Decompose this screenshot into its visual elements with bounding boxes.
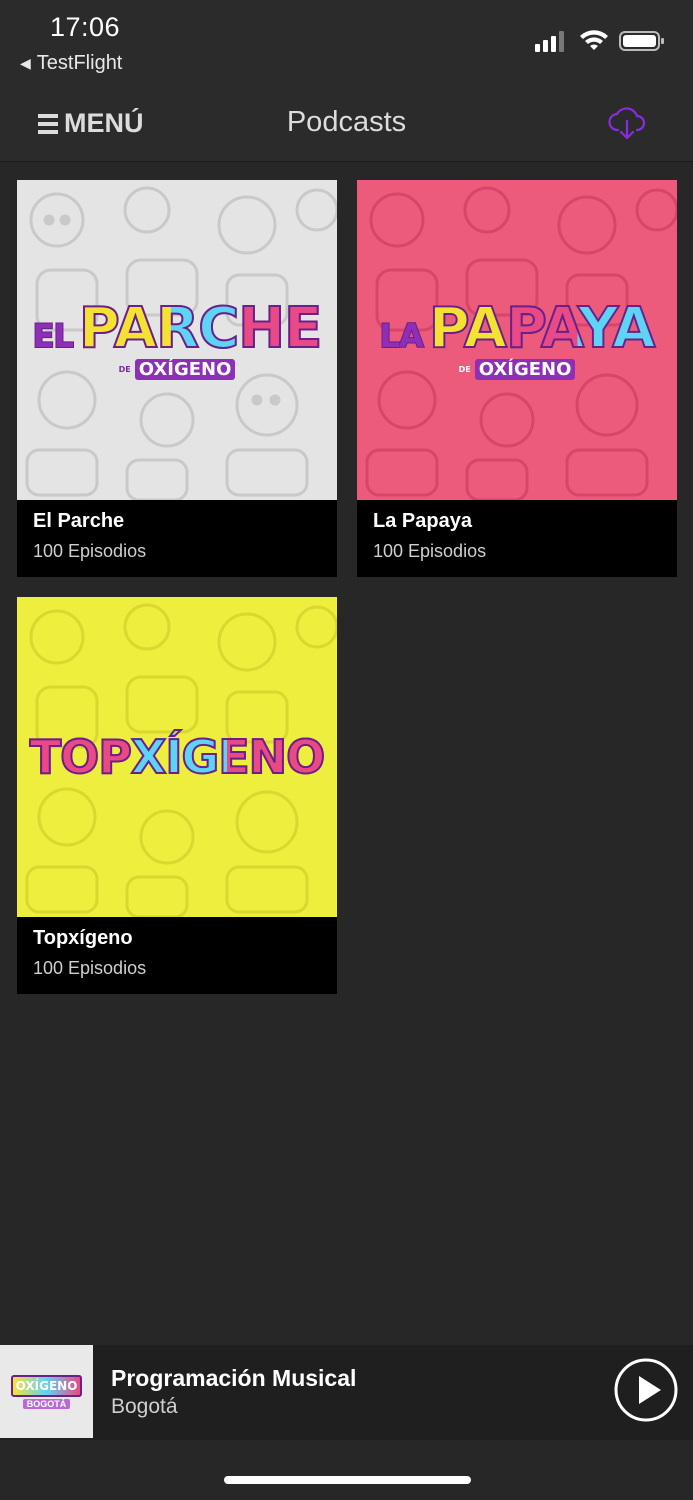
topxigeno-logo: TOPXÍGENO xyxy=(17,597,337,917)
logo-de: DE xyxy=(118,364,131,374)
status-bar: 17:06 ◀ TestFlight xyxy=(0,0,693,88)
status-icons xyxy=(535,30,665,52)
now-playing-title: Programación Musical xyxy=(111,1365,357,1391)
battery-icon xyxy=(619,31,664,51)
thumb-sub: BOGOTÁ xyxy=(22,1398,71,1409)
podcast-title: El Parche xyxy=(33,510,125,532)
la-papaya-logo: LA PAPAYA DE OXÍGENO xyxy=(357,180,677,500)
podcasts-screen: 17:06 ◀ TestFlight MENÚ Podcasts EL PARC… xyxy=(0,0,693,1500)
now-playing-bar[interactable]: OXÍGENO BOGOTÁ Programación Musical Bogo… xyxy=(0,1345,693,1440)
logo-main-text: TOPXÍGENO xyxy=(29,730,327,784)
logo-de: DE xyxy=(458,364,471,374)
cellular-signal-icon xyxy=(535,31,564,52)
logo-sub-text: OXÍGENO xyxy=(134,358,236,380)
now-playing-artwork: OXÍGENO BOGOTÁ xyxy=(0,1345,93,1438)
back-to-testflight-link[interactable]: ◀ TestFlight xyxy=(20,52,122,75)
podcast-artwork: TOPXÍGENO xyxy=(17,597,337,917)
status-time: 17:06 xyxy=(50,12,121,42)
podcast-info: Topxígeno 100 Episodios xyxy=(17,917,337,994)
back-app-label: TestFlight xyxy=(36,52,123,74)
logo-main-text: PARCHE xyxy=(78,295,324,361)
podcast-info: El Parche 100 Episodios xyxy=(17,500,337,577)
wifi-icon xyxy=(580,30,608,50)
cloud-download-icon[interactable] xyxy=(607,104,647,144)
podcast-card-topxigeno[interactable]: TOPXÍGENO Topxígeno 100 Episodios xyxy=(17,597,337,994)
podcast-episode-count: 100 Episodios xyxy=(33,958,147,978)
el-parche-logo: EL PARCHE DE OXÍGENO xyxy=(17,180,337,500)
podcast-card-la-papaya[interactable]: LA PAPAYA DE OXÍGENO La Papaya 100 Episo… xyxy=(357,180,677,577)
page-title: Podcasts xyxy=(286,106,407,138)
logo-prefix: EL xyxy=(32,316,75,355)
nav-bar: MENÚ Podcasts xyxy=(0,88,693,162)
logo-prefix: LA xyxy=(379,316,425,355)
logo-sub-text: OXÍGENO xyxy=(474,358,576,380)
podcast-title: La Papaya xyxy=(373,510,472,532)
podcast-artwork: LA PAPAYA DE OXÍGENO xyxy=(357,180,677,500)
home-indicator[interactable] xyxy=(224,1476,471,1484)
thumb-logo: OXÍGENO xyxy=(10,1374,83,1397)
podcast-episode-count: 100 Episodios xyxy=(33,541,147,561)
podcast-artwork: EL PARCHE DE OXÍGENO xyxy=(17,180,337,500)
back-triangle-icon: ◀ xyxy=(20,55,31,71)
now-playing-subtitle: Bogotá xyxy=(111,1395,178,1418)
podcast-card-el-parche[interactable]: EL PARCHE DE OXÍGENO El Parche 100 Episo… xyxy=(17,180,337,577)
podcast-episode-count: 100 Episodios xyxy=(373,541,487,561)
podcast-info: La Papaya 100 Episodios xyxy=(357,500,677,577)
podcast-title: Topxígeno xyxy=(33,927,133,949)
logo-main-text: PAPAYA xyxy=(428,295,657,361)
play-icon[interactable] xyxy=(613,1357,679,1423)
